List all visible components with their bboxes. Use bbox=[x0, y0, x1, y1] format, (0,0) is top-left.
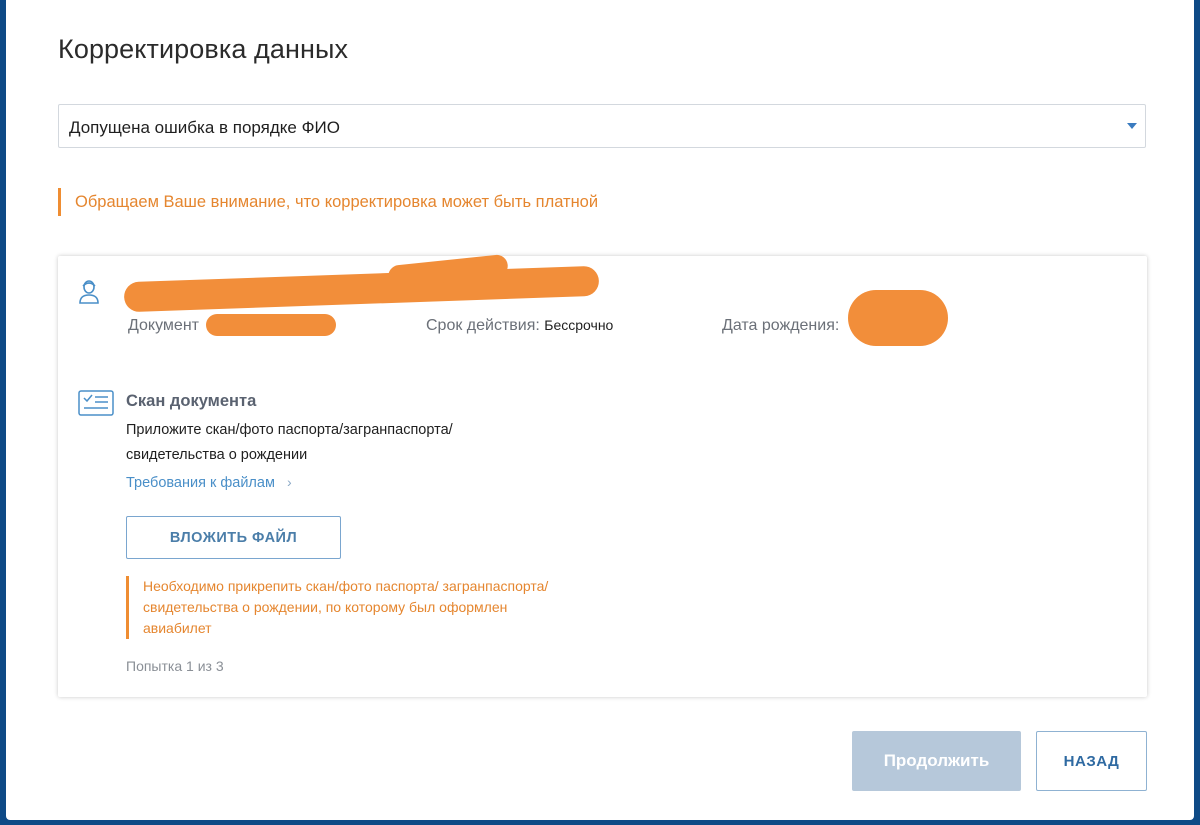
person-outline-icon bbox=[79, 280, 99, 304]
file-requirements-link[interactable]: Требования к файлам › bbox=[126, 474, 292, 491]
chevron-right-icon: › bbox=[286, 474, 292, 490]
document-label: Документ bbox=[128, 317, 199, 334]
validity-label: Срок действия: bbox=[426, 317, 540, 334]
document-scan-icon bbox=[78, 390, 114, 416]
scan-description: Приложите скан/фото паспорта/загранпаспо… bbox=[126, 422, 453, 463]
correction-reason-value: Допущена ошибка в порядке ФИО bbox=[69, 118, 340, 137]
redacted-document-number bbox=[206, 314, 336, 336]
correction-reason-select[interactable]: Допущена ошибка в порядке ФИО bbox=[58, 104, 1146, 148]
paid-correction-notice: Обращаем Ваше внимание, что корректировк… bbox=[58, 188, 598, 216]
redacted-passenger-name bbox=[123, 265, 600, 313]
continue-button[interactable]: Продолжить bbox=[852, 731, 1021, 791]
attach-warning: Необходимо прикрепить скан/фото паспорта… bbox=[126, 576, 573, 639]
scan-section-title: Скан документа bbox=[126, 392, 257, 410]
validity-value: Бессрочно bbox=[544, 317, 614, 333]
attach-file-button[interactable]: ВЛОЖИТЬ ФАЙЛ bbox=[126, 516, 341, 559]
document-field: Документ bbox=[128, 317, 199, 335]
back-button[interactable]: НАЗАД bbox=[1036, 731, 1147, 791]
caret-down-icon[interactable] bbox=[1127, 123, 1137, 129]
redacted-birthdate bbox=[848, 290, 948, 346]
file-requirements-label: Требования к файлам bbox=[126, 475, 275, 491]
attempt-counter: Попытка 1 из 3 bbox=[126, 658, 224, 674]
correction-dialog: Корректировка данных Допущена ошибка в п… bbox=[6, 0, 1194, 820]
birthdate-label: Дата рождения: bbox=[722, 317, 840, 334]
birthdate-field: Дата рождения: bbox=[722, 317, 839, 335]
passenger-card: Документ Срок действия: Бессрочно Дата р… bbox=[58, 253, 1147, 697]
validity-field: Срок действия: Бессрочно bbox=[426, 317, 613, 335]
page-title: Корректировка данных bbox=[58, 34, 349, 64]
